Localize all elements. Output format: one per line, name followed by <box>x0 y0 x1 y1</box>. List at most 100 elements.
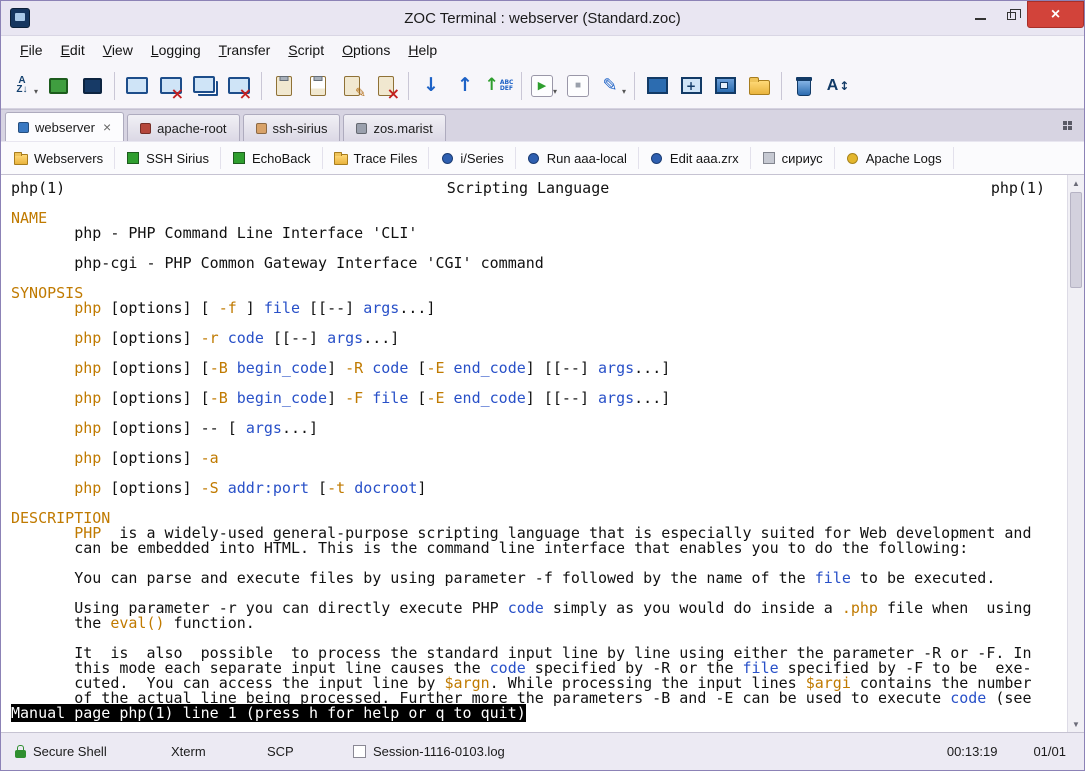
disconnect-icon <box>159 74 183 98</box>
edit-script-button[interactable]: ▾ <box>595 69 629 103</box>
session-icon <box>18 122 29 133</box>
terminal-line: php [options] [-B begin_code] -R code [-… <box>11 361 1067 376</box>
stop-script-button[interactable] <box>561 69 595 103</box>
quickbar-edit-aaa-zrx[interactable]: Edit aaa.zrx <box>639 147 751 169</box>
quickbar-webservers[interactable]: Webservers <box>3 147 115 169</box>
toolbar-separator <box>781 72 782 100</box>
toolbar-separator <box>521 72 522 100</box>
screen-capture-button[interactable] <box>674 69 708 103</box>
terminal[interactable]: php(1) Scripting Language php(1) NAME ph… <box>1 175 1084 732</box>
terminal-line: php [options] -r code [[--] args...] <box>11 331 1067 346</box>
color-scheme-button[interactable] <box>787 69 821 103</box>
scroll-up-icon[interactable] <box>1068 175 1084 191</box>
terminal-line <box>11 496 1067 511</box>
window-controls: × <box>965 1 1084 28</box>
page-indicator: 01/01 <box>1033 744 1066 759</box>
quickbar-ssh-sirius[interactable]: SSH Sirius <box>115 147 221 169</box>
terminal-content: php(1) Scripting Language php(1) NAME ph… <box>1 175 1067 732</box>
scroll-down-icon[interactable] <box>1068 716 1084 732</box>
terminal-line: the eval() function. <box>11 616 1067 631</box>
remote-window-button[interactable] <box>708 69 742 103</box>
quickbar-i-series[interactable]: i/Series <box>429 147 515 169</box>
dot-blue-icon <box>527 151 541 165</box>
clear-clipboard-button[interactable] <box>369 69 403 103</box>
session-icon <box>256 123 267 134</box>
remote-window-icon <box>713 74 737 98</box>
menu-help[interactable]: Help <box>399 37 446 63</box>
menu-options[interactable]: Options <box>333 37 399 63</box>
upload-file-button[interactable] <box>448 69 482 103</box>
square-green-icon <box>126 151 140 165</box>
local-shell-button[interactable] <box>75 69 109 103</box>
quick-connect-button[interactable] <box>41 69 75 103</box>
copy-clipboard-button[interactable] <box>267 69 301 103</box>
connect-button[interactable] <box>120 69 154 103</box>
scrollbar-thumb[interactable] <box>1070 192 1082 288</box>
tab-overview-button[interactable] <box>1063 121 1075 133</box>
menu-transfer[interactable]: Transfer <box>210 37 280 63</box>
session-log-checkbox[interactable] <box>353 745 366 758</box>
quickbar-label: EchoBack <box>252 151 311 166</box>
manpage-name-right: php(1) <box>991 181 1045 196</box>
session-log-label: Session-1116-0103.log <box>373 744 505 759</box>
font-settings-button[interactable] <box>821 69 855 103</box>
emulation-label: Xterm <box>171 744 206 759</box>
quick-connect-icon <box>46 74 70 98</box>
tab-webserver[interactable]: webserver× <box>5 112 124 141</box>
terminal-line: can be embedded into HTML. This is the c… <box>11 541 1067 556</box>
open-folder-button[interactable] <box>742 69 776 103</box>
clear-clipboard-icon <box>374 74 398 98</box>
quickbar-apache-logs[interactable]: Apache Logs <box>835 147 954 169</box>
terminal-line: php - PHP Command Line Interface 'CLI' <box>11 226 1067 241</box>
open-folder-icon <box>747 74 771 98</box>
paste-clipboard-button[interactable] <box>301 69 335 103</box>
tab-label: ssh-sirius <box>273 121 328 136</box>
folder-icon <box>334 151 348 165</box>
terminal-scrollbar[interactable] <box>1067 175 1084 732</box>
connection-status: Secure Shell <box>9 740 159 764</box>
connection-label: Secure Shell <box>33 744 107 759</box>
tab-apache-root[interactable]: apache-root <box>127 114 239 141</box>
menu-view[interactable]: View <box>94 37 142 63</box>
download-file-button[interactable] <box>414 69 448 103</box>
text-convert-button[interactable] <box>482 69 516 103</box>
quickbar-run-aaa-local[interactable]: Run aaa-local <box>516 147 639 169</box>
tab-grid-icon <box>1063 121 1072 130</box>
terminal-line <box>11 196 1067 211</box>
maximize-button[interactable] <box>996 1 1027 28</box>
quick-bar: Webservers SSH Sirius EchoBack Trace Filesi… <box>1 141 1084 175</box>
title-bar[interactable]: ZOC Terminal : webserver (Standard.zoc) … <box>1 1 1084 35</box>
edit-clipboard-button[interactable] <box>335 69 369 103</box>
sort-az-button[interactable]: ▾ <box>7 69 41 103</box>
quickbar-label: SSH Sirius <box>146 151 209 166</box>
clone-session-button[interactable] <box>188 69 222 103</box>
manpage-name-left: php(1) <box>11 181 65 196</box>
minimize-button[interactable] <box>965 1 996 28</box>
folder-icon <box>14 151 28 165</box>
tab-close-icon[interactable]: × <box>103 122 111 132</box>
menu-script[interactable]: Script <box>279 37 333 63</box>
upload-file-icon <box>453 74 477 98</box>
quickbar-echoback[interactable]: EchoBack <box>221 147 323 169</box>
text-convert-icon <box>487 74 511 98</box>
disconnect-button[interactable] <box>154 69 188 103</box>
close-button[interactable]: × <box>1027 1 1084 28</box>
terminal-line: php [options] -S addr:port [-t docroot] <box>11 481 1067 496</box>
quickbar-trace-files[interactable]: Trace Files <box>323 147 430 169</box>
edit-script-icon <box>598 74 622 98</box>
session-icon <box>356 123 367 134</box>
menu-edit[interactable]: Edit <box>52 37 94 63</box>
tab-ssh-sirius[interactable]: ssh-sirius <box>243 114 341 141</box>
close-session-button[interactable] <box>222 69 256 103</box>
menu-file[interactable]: File <box>11 37 52 63</box>
tab-zos.marist[interactable]: zos.marist <box>343 114 445 141</box>
window-title: ZOC Terminal : webserver (Standard.zoc) <box>1 10 1084 27</box>
fullscreen-button[interactable] <box>640 69 674 103</box>
dot-yellow-icon <box>846 151 860 165</box>
quickbar-label: сириус <box>782 151 823 166</box>
quickbar-label: Run aaa-local <box>547 151 627 166</box>
menu-logging[interactable]: Logging <box>142 37 210 63</box>
scrollbar-track[interactable] <box>1068 289 1084 716</box>
quickbar-сириус[interactable]: сириус <box>751 147 835 169</box>
run-script-button[interactable]: ▾ <box>527 69 561 103</box>
